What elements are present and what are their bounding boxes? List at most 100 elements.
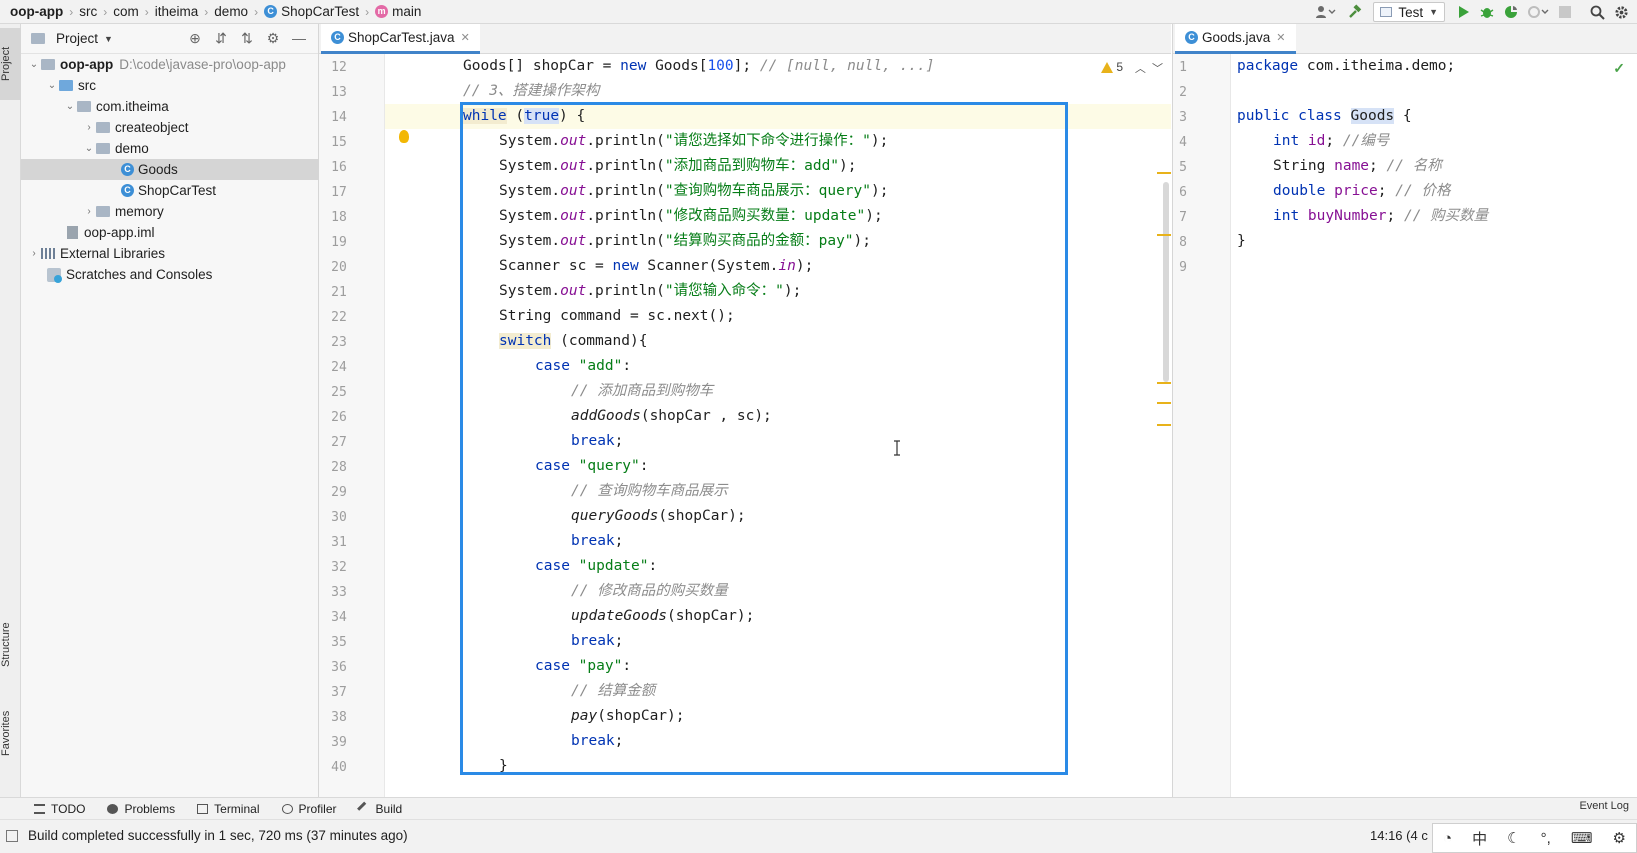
tree-node-createobject[interactable]: › createobject <box>21 117 319 138</box>
chevron-right-icon[interactable]: › <box>27 248 41 259</box>
breadcrumb-itheima[interactable]: itheima <box>155 4 199 19</box>
tree-node-scratches-label: Scratches and Consoles <box>66 267 213 282</box>
close-tab-icon[interactable]: ✕ <box>1276 31 1285 44</box>
breadcrumb-com[interactable]: com <box>113 4 139 19</box>
goods-line-8: } <box>1237 233 1246 249</box>
todo-tool-button[interactable]: TODO <box>34 802 85 816</box>
project-panel-header: Project ▼ ⊕ ⇵ ⇅ ⚙ — <box>21 24 318 54</box>
ime-logo-icon[interactable]: ◔ <box>1443 830 1452 847</box>
line-number: 40 <box>331 760 347 775</box>
breadcrumb-method[interactable]: m main <box>375 4 421 19</box>
close-tab-icon[interactable]: ✕ <box>461 31 470 44</box>
run-configuration-select[interactable]: Test ▼ <box>1373 2 1445 22</box>
class-icon: C <box>331 31 344 44</box>
line-number-gutter: 12 13 14 15 16 17 18 19 20 21 22 23 24 25 26 27 28 29 30 31… <box>319 54 385 797</box>
ime-moon-icon[interactable]: ☾ <box>1507 829 1520 847</box>
toggle-tool-windows-icon[interactable] <box>6 830 18 842</box>
class-icon: C <box>121 163 134 176</box>
warning-stripe-mark[interactable] <box>1157 234 1171 236</box>
line-number: 20 <box>331 260 347 275</box>
tree-node-memory[interactable]: › memory <box>21 201 319 222</box>
code-area-right[interactable]: package com.itheima.demo; public class G… <box>1231 54 1631 797</box>
run-icon[interactable] <box>1451 1 1475 23</box>
chevron-down-icon[interactable]: ⌄ <box>45 80 59 91</box>
chevron-right-icon[interactable]: › <box>82 122 96 133</box>
build-tool-button[interactable]: Build <box>356 801 402 816</box>
todo-label: TODO <box>51 801 86 816</box>
ime-punctuation-icon[interactable]: °, <box>1541 830 1551 847</box>
tree-node-scratches[interactable]: Scratches and Consoles <box>21 264 319 285</box>
tree-node-goods[interactable]: C Goods <box>21 159 319 180</box>
status-message[interactable]: Build completed successfully in 1 sec, 7… <box>28 828 408 843</box>
tree-node-shopcartest[interactable]: C ShopCarTest <box>21 180 319 201</box>
tab-shopcartest-java[interactable]: C ShopCarTest.java ✕ <box>321 24 480 54</box>
warning-stripe-mark[interactable] <box>1157 382 1171 384</box>
tree-node-root[interactable]: ⌄ oop-app D:\code\javase-pro\oop-app <box>21 54 319 75</box>
warnings-indicator[interactable]: 5 <box>1101 60 1123 74</box>
code-line-24: case "add": <box>535 358 632 374</box>
caret-position[interactable]: 14:16 (4 c <box>1370 828 1428 843</box>
coverage-icon[interactable] <box>1499 1 1523 23</box>
code-line-32: case "update": <box>535 558 658 574</box>
left-tool-strip: Project Structure Favorites <box>0 24 21 797</box>
build-hammer-icon <box>356 801 372 816</box>
ime-keyboard-icon[interactable]: ⌨ <box>1571 829 1593 847</box>
ime-mode-toggle[interactable]: 中 <box>1472 828 1487 849</box>
favorites-side-tab-label: Favorites <box>0 710 12 756</box>
code-line-16: System.out.println("添加商品到购物车：add"); <box>499 158 857 174</box>
breadcrumb-project[interactable]: oop-app <box>10 4 63 19</box>
code-line-37: // 结算金额 <box>571 683 656 699</box>
breadcrumb-class[interactable]: C ShopCarTest <box>264 4 359 19</box>
stop-icon[interactable] <box>1553 1 1577 23</box>
panel-settings-gear-icon[interactable]: ⚙ <box>260 30 286 47</box>
chevron-down-icon[interactable]: ⌄ <box>82 143 96 154</box>
breadcrumb-demo[interactable]: demo <box>214 4 248 19</box>
account-icon[interactable] <box>1309 1 1343 23</box>
line-number: 16 <box>331 160 347 175</box>
code-area[interactable]: Goods[] shopCar = new Goods[100]; // [nu… <box>385 54 1171 797</box>
warning-stripe-mark[interactable] <box>1157 172 1171 174</box>
structure-side-tab[interactable]: Structure <box>0 610 21 680</box>
code-line-34: updateGoods(shopCar); <box>571 608 755 624</box>
project-view-selector[interactable]: Project <box>56 31 98 46</box>
breadcrumb-src[interactable]: src <box>79 4 97 19</box>
tree-node-createobject-label: createobject <box>115 120 189 135</box>
hide-panel-icon[interactable]: — <box>286 30 312 47</box>
goods-line-7: int buyNumber; // 购买数量 <box>1273 208 1489 224</box>
profiler-tool-button[interactable]: Profiler <box>281 802 337 816</box>
expand-all-icon[interactable]: ⇵ <box>208 30 234 47</box>
line-number: 23 <box>331 335 347 350</box>
chevron-up-icon[interactable]: ︿ <box>1135 63 1146 75</box>
chevron-down-icon[interactable]: ⌄ <box>27 59 41 70</box>
tree-node-external-libraries[interactable]: › External Libraries <box>21 243 319 264</box>
ime-settings-gear-icon[interactable]: ⚙ <box>1613 829 1626 847</box>
problems-tool-button[interactable]: Problems <box>107 802 175 816</box>
tab-goods-java[interactable]: C Goods.java ✕ <box>1175 24 1296 54</box>
chevron-right-icon[interactable]: › <box>82 206 96 217</box>
tree-node-package[interactable]: ⌄ com.itheima <box>21 96 319 117</box>
chevron-down-icon[interactable]: ▼ <box>104 34 113 44</box>
warning-stripe-mark[interactable] <box>1157 424 1171 426</box>
warning-stripe-mark[interactable] <box>1157 402 1171 404</box>
line-number: 2 <box>1179 85 1187 100</box>
collapse-all-icon[interactable]: ⇅ <box>234 30 260 47</box>
no-problems-check-icon[interactable]: ✓ <box>1613 60 1625 77</box>
tree-node-iml[interactable]: oop-app.iml <box>21 222 319 243</box>
terminal-tool-button[interactable]: Terminal <box>197 802 260 816</box>
search-icon[interactable] <box>1585 1 1609 23</box>
project-side-tab[interactable]: Project <box>0 28 21 100</box>
profile-icon[interactable] <box>1523 1 1553 23</box>
tree-node-src[interactable]: ⌄ src <box>21 75 319 96</box>
tree-node-demo[interactable]: ⌄ demo <box>21 138 319 159</box>
chevron-down-icon[interactable]: ⌄ <box>63 101 77 112</box>
library-icon <box>41 248 55 259</box>
problems-info-icon <box>107 803 119 814</box>
build-hammer-icon[interactable] <box>1343 1 1367 23</box>
event-log-button[interactable]: Event Log <box>1579 800 1629 812</box>
debug-icon[interactable] <box>1475 1 1499 23</box>
locate-target-icon[interactable]: ⊕ <box>182 30 208 47</box>
line-number: 3 <box>1179 110 1187 125</box>
tree-node-shopcartest-label: ShopCarTest <box>138 183 217 198</box>
favorites-side-tab[interactable]: Favorites <box>0 698 21 768</box>
settings-gear-icon[interactable] <box>1609 1 1633 23</box>
